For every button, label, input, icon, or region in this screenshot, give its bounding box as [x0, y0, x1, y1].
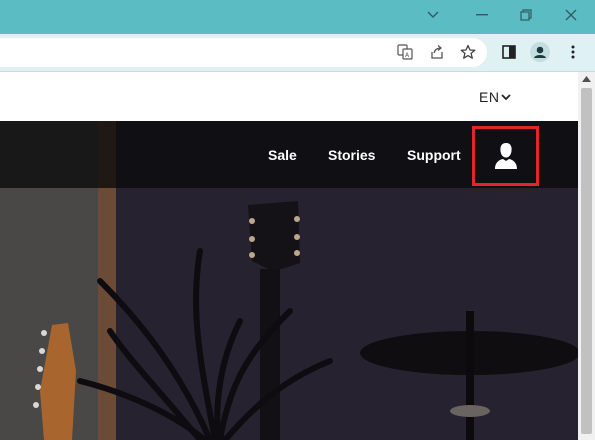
main-nav: Sale Stories Support [0, 121, 578, 188]
page-scrollbar[interactable] [578, 72, 595, 440]
restore-icon[interactable] [506, 0, 546, 30]
translate-icon[interactable]: A [395, 42, 415, 62]
nav-stories[interactable]: Stories [328, 147, 375, 163]
profile-icon[interactable] [530, 42, 550, 62]
nav-sale[interactable]: Sale [268, 147, 297, 163]
site-topbar: EN [0, 72, 578, 121]
language-selector[interactable]: EN [479, 89, 512, 105]
share-icon[interactable] [427, 42, 447, 62]
scroll-up-arrow-icon[interactable] [582, 76, 591, 82]
browser-titlebar [0, 0, 595, 34]
close-icon[interactable] [551, 0, 591, 30]
nav-support[interactable]: Support [407, 147, 461, 163]
account-button[interactable] [472, 126, 539, 186]
web-page: EN Sale Stories Support [0, 72, 578, 440]
hero-image: Sale Stories Support [0, 121, 578, 440]
side-panel-icon[interactable] [499, 42, 519, 62]
scrollbar-thumb[interactable] [581, 88, 592, 434]
user-icon [494, 143, 517, 169]
menu-icon[interactable] [563, 42, 583, 62]
minimize-icon[interactable] [462, 0, 502, 30]
tab-search-icon[interactable] [413, 0, 453, 30]
language-label: EN [479, 89, 500, 105]
browser-toolbar: A [0, 34, 595, 72]
bookmark-star-icon[interactable] [458, 42, 478, 62]
chevron-down-icon [501, 93, 512, 100]
